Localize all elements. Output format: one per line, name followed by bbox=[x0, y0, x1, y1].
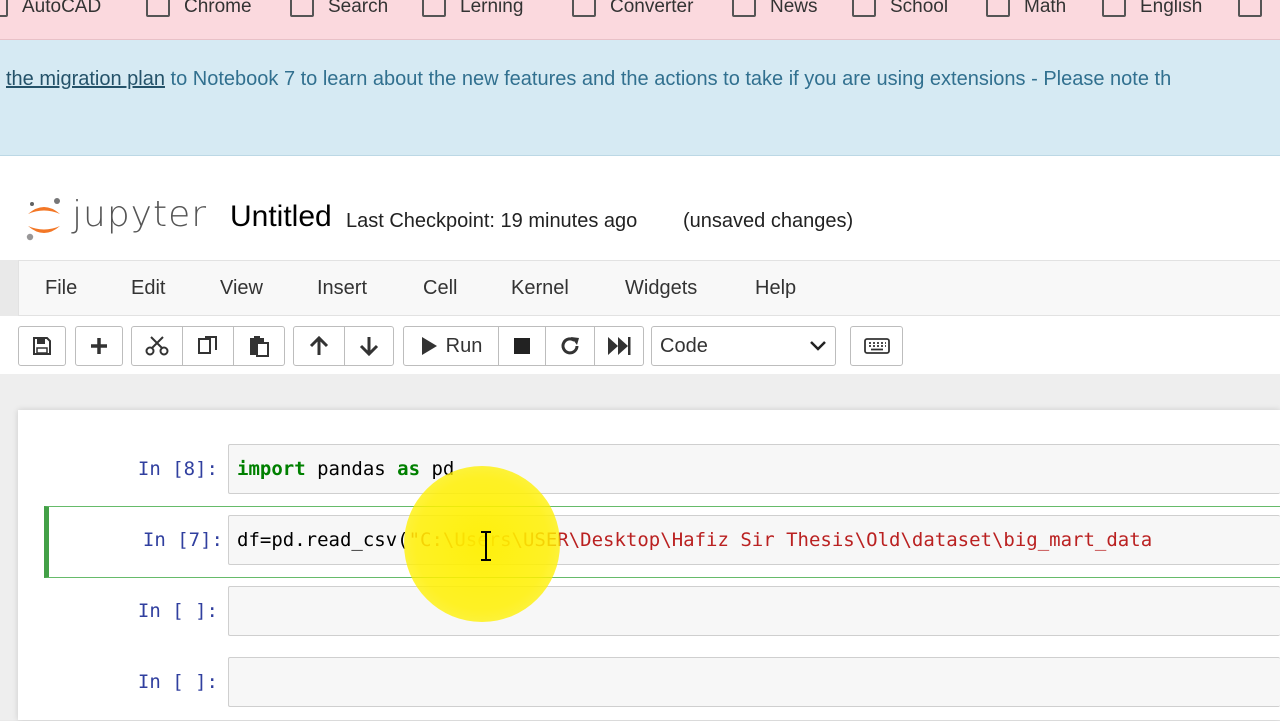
keyboard-icon bbox=[863, 338, 890, 354]
migration-plan-link[interactable]: the migration plan bbox=[6, 68, 165, 90]
bookmark-search[interactable]: Search bbox=[290, 0, 388, 20]
folder-icon bbox=[986, 0, 1010, 17]
run-button[interactable]: Run bbox=[403, 326, 499, 366]
cell-type-value: Code bbox=[660, 334, 708, 357]
input-prompt: In [7]: bbox=[142, 529, 223, 551]
bookmark-label: Chrome bbox=[184, 0, 252, 17]
bookmark-school[interactable]: School bbox=[852, 0, 948, 20]
interrupt-button[interactable] bbox=[498, 326, 546, 366]
copy-icon bbox=[198, 336, 217, 354]
code-keyword: as bbox=[397, 458, 421, 480]
command-palette-button[interactable] bbox=[850, 326, 903, 366]
folder-icon bbox=[1102, 0, 1126, 17]
code-editor[interactable]: df=pd.read_csv("C:\Users\USER\Desktop\Ha… bbox=[228, 515, 1280, 565]
code-keyword: import bbox=[237, 458, 306, 480]
code-cell[interactable]: In [8]: import pandas as pd bbox=[44, 436, 1280, 508]
menu-bar: File Edit View Insert Cell Kernel Widget… bbox=[18, 260, 1280, 316]
banner-message: the migration plan to Notebook 7 to lear… bbox=[6, 68, 1171, 91]
folder-icon bbox=[852, 0, 876, 17]
text-cursor-icon bbox=[481, 531, 491, 561]
input-prompt: In [8]: bbox=[137, 458, 218, 480]
menu-help[interactable]: Help bbox=[755, 277, 796, 300]
bookmark-overflow[interactable] bbox=[1238, 0, 1276, 20]
code-cell[interactable]: In [ ]: bbox=[44, 649, 1280, 721]
stop-icon bbox=[514, 338, 530, 354]
cut-button[interactable] bbox=[131, 326, 183, 366]
paste-button[interactable] bbox=[233, 326, 285, 366]
folder-icon bbox=[146, 0, 170, 17]
bookmarks-bar: AutoCAD Chrome Search Lerning Converter … bbox=[0, 0, 1280, 40]
play-icon bbox=[421, 337, 437, 355]
banner-text: to Notebook 7 to learn about the new fea… bbox=[164, 68, 1172, 90]
code-editor[interactable] bbox=[228, 657, 1280, 707]
bookmark-label: AutoCAD bbox=[22, 0, 102, 17]
menu-kernel[interactable]: Kernel bbox=[511, 277, 569, 300]
bookmark-label: Converter bbox=[610, 0, 694, 17]
notebook7-banner: the migration plan to Notebook 7 to lear… bbox=[0, 40, 1280, 156]
save-icon bbox=[33, 337, 51, 355]
toolbar: Run bbox=[0, 316, 1280, 374]
code-cell-selected[interactable]: In [7]: df=pd.read_csv("C:\Users\USER\De… bbox=[44, 506, 1280, 578]
bookmark-label: News bbox=[770, 0, 818, 17]
menu-edit[interactable]: Edit bbox=[131, 277, 165, 300]
notebook-header: jupyter Untitled Last Checkpoint: 19 min… bbox=[0, 156, 1280, 260]
bookmark-chrome[interactable]: Chrome bbox=[146, 0, 252, 20]
cell-type-select[interactable]: Code bbox=[651, 326, 836, 366]
bookmark-autocad[interactable]: AutoCAD bbox=[0, 0, 101, 20]
code-editor[interactable] bbox=[228, 586, 1280, 636]
paste-icon bbox=[250, 336, 269, 357]
input-prompt: In [ ]: bbox=[137, 600, 218, 622]
menu-file[interactable]: File bbox=[45, 277, 77, 300]
bookmark-math[interactable]: Math bbox=[986, 0, 1066, 20]
bookmark-english[interactable]: English bbox=[1102, 0, 1202, 20]
move-down-button[interactable] bbox=[344, 326, 394, 366]
menu-widgets[interactable]: Widgets bbox=[625, 277, 697, 300]
code-cell[interactable]: In [ ]: bbox=[44, 578, 1280, 650]
autosave-status: (unsaved changes) bbox=[683, 210, 854, 232]
input-prompt: In [ ]: bbox=[137, 671, 218, 693]
folder-icon bbox=[422, 0, 446, 17]
code-text: df=pd.read_csv( bbox=[237, 529, 409, 551]
menu-view[interactable]: View bbox=[220, 277, 263, 300]
move-up-button[interactable] bbox=[293, 326, 345, 366]
folder-icon bbox=[572, 0, 596, 17]
bookmark-label: English bbox=[1140, 0, 1203, 17]
restart-run-all-button[interactable] bbox=[594, 326, 644, 366]
arrow-up-icon bbox=[309, 335, 329, 355]
scissors-icon bbox=[145, 336, 169, 356]
menu-insert[interactable]: Insert bbox=[317, 277, 367, 300]
jupyter-wordmark: jupyter bbox=[72, 194, 208, 235]
bookmark-label: Search bbox=[328, 0, 389, 17]
last-checkpoint: Last Checkpoint: 19 minutes ago bbox=[346, 210, 638, 232]
fast-forward-icon bbox=[608, 337, 631, 355]
folder-icon bbox=[0, 0, 8, 17]
code-text: pandas bbox=[305, 458, 398, 480]
folder-icon bbox=[1238, 0, 1262, 17]
folder-icon bbox=[290, 0, 314, 17]
save-button[interactable] bbox=[18, 326, 66, 366]
bookmark-label: School bbox=[890, 0, 949, 17]
run-label: Run bbox=[445, 334, 483, 357]
insert-cell-button[interactable] bbox=[75, 326, 123, 366]
folder-icon bbox=[732, 0, 756, 17]
restart-button[interactable] bbox=[545, 326, 595, 366]
bookmark-news[interactable]: News bbox=[732, 0, 818, 20]
restart-icon bbox=[561, 337, 579, 355]
bookmark-label: Math bbox=[1024, 0, 1067, 17]
plus-icon bbox=[91, 338, 107, 354]
arrow-down-icon bbox=[359, 337, 379, 357]
bookmark-converter[interactable]: Converter bbox=[572, 0, 693, 20]
copy-button[interactable] bbox=[182, 326, 234, 366]
code-editor[interactable]: import pandas as pd bbox=[228, 444, 1280, 494]
jupyter-logo-icon[interactable] bbox=[24, 196, 64, 242]
bookmark-label: Lerning bbox=[460, 0, 524, 17]
bookmark-lerning[interactable]: Lerning bbox=[422, 0, 523, 20]
notebook-title[interactable]: Untitled bbox=[230, 200, 332, 234]
menu-cell[interactable]: Cell bbox=[423, 277, 457, 300]
chevron-down-icon bbox=[810, 341, 826, 351]
